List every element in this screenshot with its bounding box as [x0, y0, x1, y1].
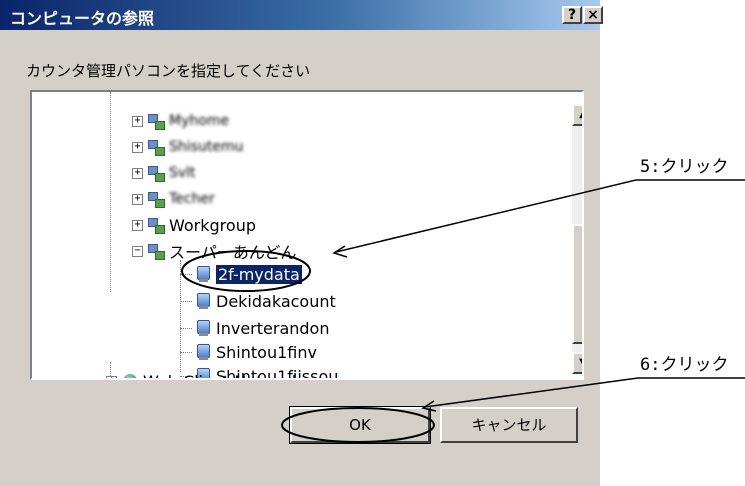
highlight-ellipse-computer — [181, 250, 311, 292]
callout-step6: 6:クリック — [640, 355, 729, 375]
callout-line-step5 — [335, 179, 745, 253]
annotation-overlay — [181, 179, 745, 443]
highlight-ellipse-ok — [281, 407, 435, 443]
callout-line-step6 — [424, 377, 745, 408]
callout-step5: 5:クリック — [640, 157, 729, 177]
